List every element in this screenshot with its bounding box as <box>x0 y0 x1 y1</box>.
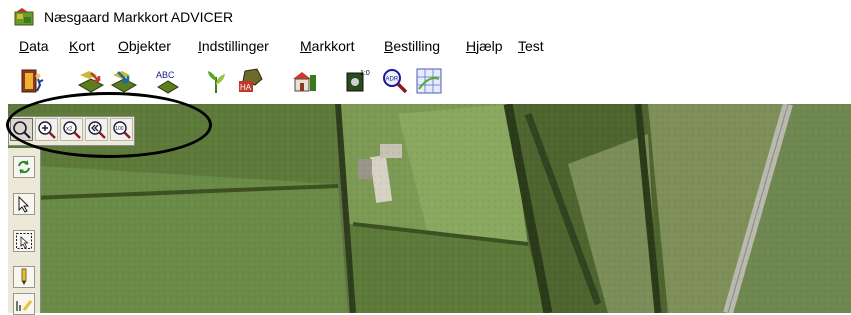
farm-button[interactable] <box>289 66 319 96</box>
menu-label: arkkort <box>311 38 355 54</box>
select-button[interactable] <box>13 193 35 215</box>
zoom-full-text: 100 <box>115 126 124 132</box>
window-title: Næsgaard Markkort ADVICER <box>44 9 234 25</box>
refresh-icon <box>18 160 30 174</box>
menu-label: ndstillinger <box>201 38 269 54</box>
zoom-x2-button[interactable]: x2 <box>60 118 83 141</box>
grid-button[interactable] <box>414 66 444 96</box>
select-area-button[interactable] <box>13 230 35 252</box>
measure-button[interactable] <box>13 293 35 315</box>
address-search-icon: ADR <box>383 69 408 94</box>
zoom-in-button[interactable] <box>35 118 58 141</box>
select-arrow-icon <box>18 195 30 213</box>
zoom-previous-button[interactable] <box>85 118 108 141</box>
zoom-icon <box>12 120 31 139</box>
menu-label: est <box>525 38 544 54</box>
plant-icon <box>208 71 225 93</box>
vertical-toolbar <box>8 148 41 315</box>
area-button[interactable]: HA <box>236 66 266 96</box>
ha-area-icon: HA <box>239 68 263 92</box>
draw-button[interactable] <box>13 266 35 288</box>
menu-accel: D <box>19 38 30 54</box>
zoom-previous-icon <box>87 120 106 139</box>
exit-door-icon <box>21 69 44 93</box>
menu-hjaelp[interactable]: Hjælp <box>466 38 503 54</box>
menu-label: ort <box>78 38 95 54</box>
grid-icon <box>416 68 442 94</box>
measure-icon <box>16 300 33 311</box>
select-area-icon <box>16 233 32 249</box>
zoom-full-button[interactable]: 100 <box>110 118 133 141</box>
refresh-button[interactable] <box>13 156 35 178</box>
scale-map-icon: 1:0 <box>346 70 370 92</box>
adr-text: ADR <box>386 77 399 83</box>
zoom-toolbar: x2 100 <box>8 116 135 146</box>
exit-button[interactable] <box>17 66 47 96</box>
farm-house-icon <box>293 72 316 92</box>
zoom-x2-icon: x2 <box>62 120 81 139</box>
menu-label: ata <box>29 38 49 54</box>
scale-text: 1:0 <box>360 70 370 77</box>
menu-objekter[interactable]: Objekter <box>118 38 171 54</box>
ha-text: HA <box>240 83 252 92</box>
zoom-x2-text: x2 <box>66 126 73 132</box>
menu-kort[interactable]: Kort <box>69 38 95 54</box>
menu-accel: H <box>466 38 477 54</box>
menu-label: bjekter <box>128 38 171 54</box>
pencil-icon <box>21 268 27 285</box>
zoom-in-icon <box>37 120 56 139</box>
menu-bar: Data Kort Objekter Indstillinger Markkor… <box>0 34 851 60</box>
menu-label: jælp <box>476 38 503 54</box>
scale-map-button[interactable]: 1:0 <box>344 66 374 96</box>
abc-text: ABC <box>156 70 175 80</box>
export-icon <box>110 71 138 93</box>
menu-accel: O <box>118 38 129 54</box>
menu-indstillinger[interactable]: Indstillinger <box>198 38 269 54</box>
export-button[interactable] <box>109 66 139 96</box>
menu-bestilling[interactable]: Bestilling <box>384 38 440 54</box>
app-icon <box>14 8 34 26</box>
menu-accel: T <box>518 38 525 54</box>
address-search-button[interactable]: ADR <box>380 66 410 96</box>
abc-label-icon: ABC <box>156 70 179 94</box>
import-button[interactable] <box>76 66 106 96</box>
zoom-tool-button[interactable] <box>10 118 33 141</box>
crop-button[interactable] <box>201 66 231 96</box>
title-bar: Næsgaard Markkort ADVICER <box>0 0 851 34</box>
menu-accel: B <box>384 38 394 54</box>
menu-data[interactable]: Data <box>19 38 49 54</box>
import-icon <box>77 71 105 93</box>
zoom-full-icon: 100 <box>112 120 131 139</box>
menu-test[interactable]: Test <box>518 38 544 54</box>
label-button[interactable]: ABC <box>153 66 183 96</box>
menu-accel: K <box>69 38 79 54</box>
menu-markkort[interactable]: Markkort <box>300 38 354 54</box>
main-toolbar: ABC HA 1:0 ADR <box>0 60 851 104</box>
menu-label: estilling <box>393 38 441 54</box>
menu-accel: M <box>300 38 312 54</box>
